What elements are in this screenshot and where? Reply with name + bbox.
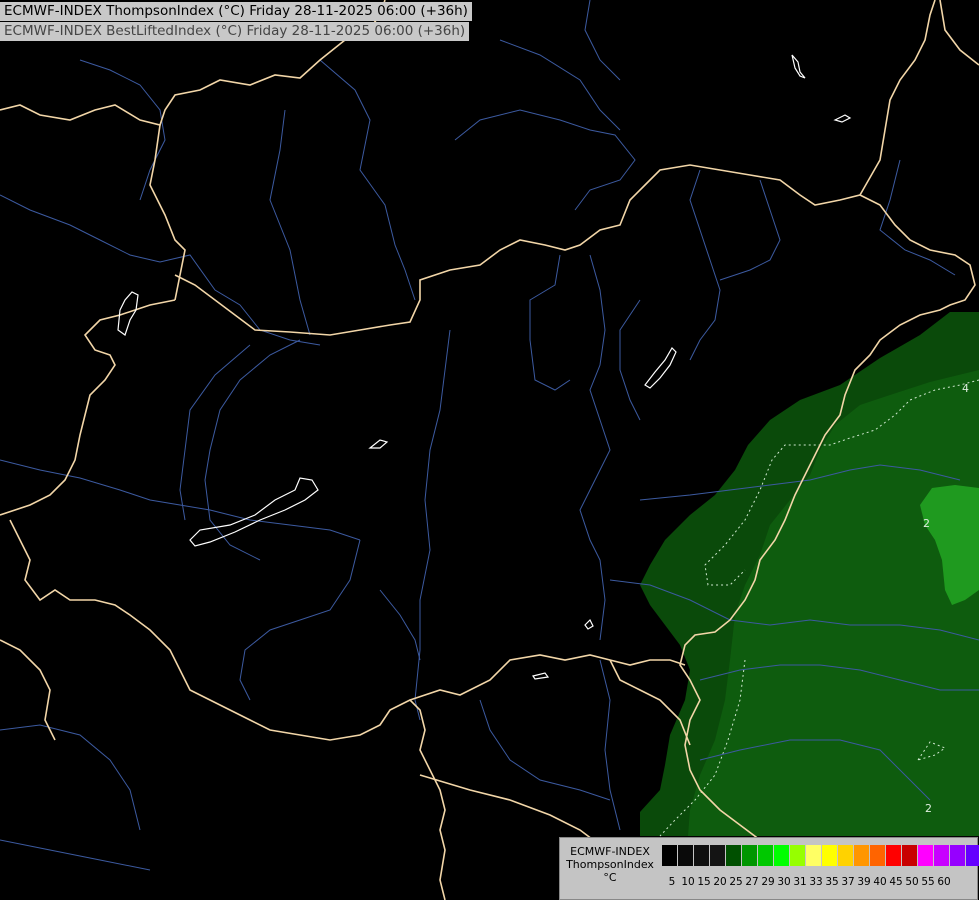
contour-label-2b: 2 [925,802,932,815]
lake-small-4 [584,618,594,630]
legend-swatch [662,845,678,866]
legend-title-line-1: ECMWF-INDEX [570,845,650,858]
map-title-line-1: ECMWF-INDEX ThompsonIndex (°C) Friday 28… [0,2,472,21]
legend-swatch [822,845,838,866]
legend-swatch [758,845,774,866]
map-canvas: 4 2 2 [0,0,979,900]
legend-ticks: 5 10 15 20 25 27 29 30 31 33 35 37 39 40 45 50 55 60 [664,876,952,888]
legend-swatch [678,845,694,866]
legend-swatch [806,845,822,866]
legend-title-line-3: °C [603,871,617,884]
reservoir-tisza [644,347,677,389]
lake-small-1 [368,439,389,449]
lake-neusiedl [117,291,139,336]
legend-swatch [710,845,726,866]
lake-small-5 [532,672,550,680]
map-title-line-2: ECMWF-INDEX BestLiftedIndex (°C) Friday … [0,22,470,41]
legend-tick-label: 25 [729,876,743,888]
legend-tick-label: 29 [761,876,775,888]
legend-swatch [950,845,966,866]
lake-small-2 [833,114,852,123]
legend-tick-label: 30 [777,876,791,888]
legend-tick-label: 31 [793,876,807,888]
legend-swatch [934,845,950,866]
legend-tick-label: 40 [873,876,887,888]
legend-tick-label: 55 [921,876,935,888]
legend-tick-label: 60 [937,876,951,888]
lake-small-3 [791,54,806,79]
legend-swatch [870,845,886,866]
legend-tick-label: 50 [905,876,919,888]
legend-tick-label: 37 [841,876,855,888]
legend-swatch [966,845,979,866]
legend-swatch [726,845,742,866]
legend-tick-label: 39 [857,876,871,888]
legend-title: ECMWF-INDEX ThompsonIndex °C [560,845,660,884]
legend-tick-label: 10 [681,876,695,888]
legend-tick-label: 27 [745,876,759,888]
legend-swatch [774,845,790,866]
weather-map: 4 2 2 ECMWF-INDEX ThompsonIndex (°C) Fri… [0,0,979,900]
color-legend: ECMWF-INDEX ThompsonIndex °C 5 10 15 20 25 27… [559,837,979,900]
legend-swatch [902,845,918,866]
legend-swatch [886,845,902,866]
legend-swatch [918,845,934,866]
legend-tick-label: 20 [713,876,727,888]
contour-label-4: 4 [962,382,969,395]
legend-swatches [662,845,979,866]
legend-swatch [838,845,854,866]
legend-tick-label: 15 [697,876,711,888]
legend-swatch [694,845,710,866]
contour-label-2a: 2 [923,517,930,530]
legend-title-line-2: ThompsonIndex [566,858,654,871]
legend-tick-label: 33 [809,876,823,888]
legend-tick-label: 5 [668,876,676,888]
legend-swatch [854,845,870,866]
legend-tick-label: 35 [825,876,839,888]
legend-swatch [742,845,758,866]
legend-tick-label: 45 [889,876,903,888]
legend-swatch [790,845,806,866]
